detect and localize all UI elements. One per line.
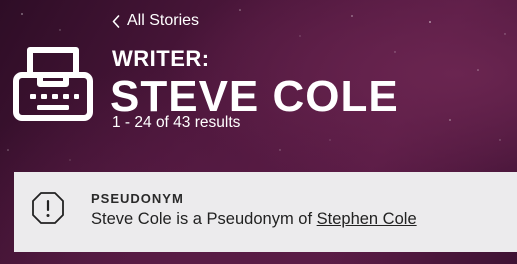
back-to-all-stories-link[interactable]: All Stories	[112, 12, 199, 30]
typewriter-icon	[13, 47, 93, 121]
writer-role-label: WRITER:	[112, 46, 210, 71]
results-count: 1 - 24 of 43 results	[112, 114, 241, 131]
alert-octagon-icon	[32, 192, 64, 224]
notice-text: Steve Cole is a Pseudonym of Stephen Col…	[91, 210, 417, 229]
back-link-label: All Stories	[127, 12, 200, 29]
chevron-left-icon	[112, 14, 120, 28]
notice-text-prefix: Steve Cole is a Pseudonym of	[91, 210, 317, 228]
pseudonym-notice: PSEUDONYM Steve Cole is a Pseudonym of S…	[14, 172, 517, 252]
stephen-cole-link[interactable]: Stephen Cole	[317, 210, 417, 228]
notice-title: PSEUDONYM	[91, 191, 184, 206]
